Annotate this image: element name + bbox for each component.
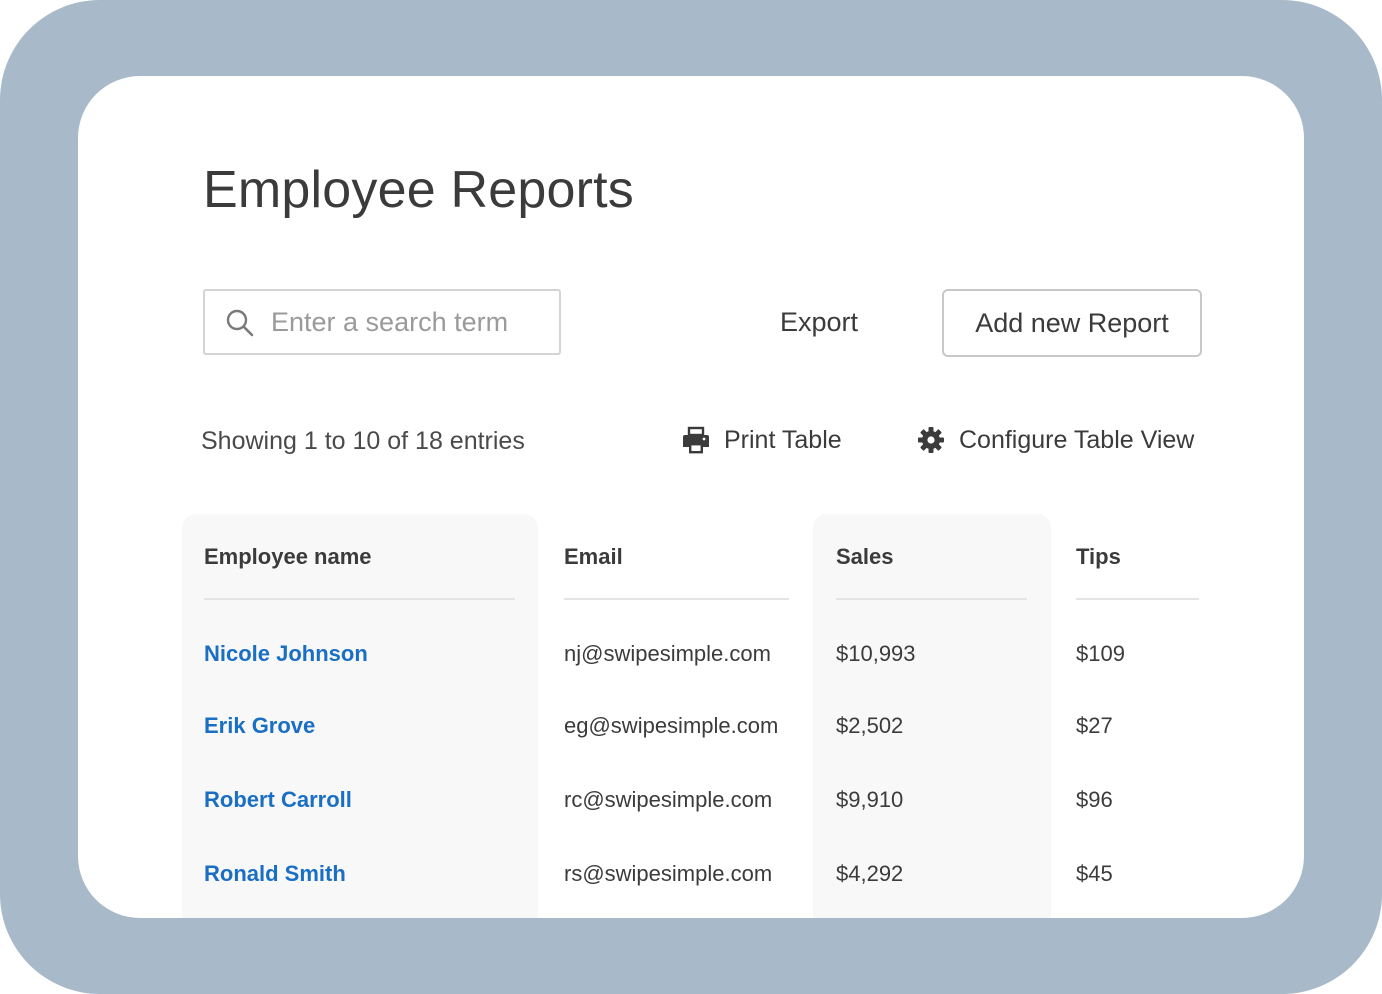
employee-sales: $9,910 <box>836 787 904 812</box>
employee-name-link[interactable]: Robert Carroll <box>204 785 352 815</box>
employee-tips: $96 <box>1076 787 1113 812</box>
add-new-report-button[interactable]: Add new Report <box>942 289 1202 357</box>
export-button[interactable]: Export <box>780 289 858 355</box>
column-header-sales[interactable]: Sales <box>836 542 894 572</box>
employee-tips: $45 <box>1076 861 1113 886</box>
employee-sales: $10,993 <box>836 641 916 666</box>
gear-icon <box>918 427 944 453</box>
header-divider <box>1076 598 1199 600</box>
print-table-label: Print Table <box>724 425 842 454</box>
employee-email: rs@swipesimple.com <box>564 861 773 886</box>
device-frame: Employee Reports Export Add new Report S… <box>0 0 1382 994</box>
app-screen: Employee Reports Export Add new Report S… <box>78 76 1304 918</box>
header-divider <box>564 598 789 600</box>
employee-email: rc@swipesimple.com <box>564 787 773 812</box>
employee-name-link[interactable]: Nicole Johnson <box>204 639 368 669</box>
employee-name-link[interactable]: Erik Grove <box>204 711 315 741</box>
configure-table-view-label: Configure Table View <box>959 425 1195 454</box>
column-header-employee-name[interactable]: Employee name <box>204 542 372 572</box>
employee-sales: $2,502 <box>836 713 904 738</box>
employee-name-link[interactable]: Ronald Smith <box>204 859 346 889</box>
employee-tips: $109 <box>1076 641 1125 666</box>
employee-email: eg@swipesimple.com <box>564 713 779 738</box>
employee-email: nj@swipesimple.com <box>564 641 771 666</box>
entries-info: Showing 1 to 10 of 18 entries <box>201 427 525 455</box>
search-icon <box>226 309 254 337</box>
search-input[interactable] <box>271 291 551 353</box>
header-divider <box>836 598 1027 600</box>
column-header-email[interactable]: Email <box>564 542 623 572</box>
configure-table-view-button[interactable]: Configure Table View <box>917 422 1194 458</box>
column-header-tips[interactable]: Tips <box>1076 542 1121 572</box>
page-title: Employee Reports <box>203 161 634 219</box>
header-divider <box>204 598 515 600</box>
print-table-button[interactable]: Print Table <box>682 422 842 458</box>
printer-icon <box>683 426 709 454</box>
employee-sales: $4,292 <box>836 861 904 886</box>
search-box[interactable] <box>203 289 561 355</box>
employee-tips: $27 <box>1076 713 1113 738</box>
